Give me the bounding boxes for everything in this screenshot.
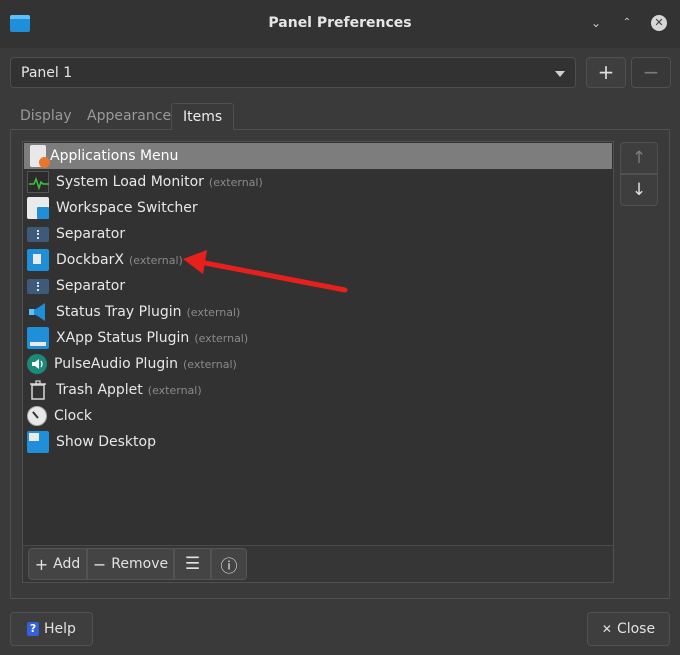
list-item[interactable]: XApp Status Plugin (external) bbox=[24, 325, 612, 351]
remove-item-label: Remove bbox=[111, 556, 169, 572]
applications-menu-icon bbox=[30, 145, 50, 168]
title-bar: Panel Preferences ⌄ ⌃ ✕ bbox=[0, 0, 680, 48]
panel-select-value: Panel 1 bbox=[21, 65, 73, 81]
separator-icon bbox=[27, 226, 49, 242]
list-item[interactable]: Applications Menu bbox=[24, 143, 612, 169]
status-tray-icon bbox=[27, 301, 49, 323]
workspace-switcher-icon bbox=[27, 197, 49, 219]
help-label: Help bbox=[44, 621, 76, 637]
list-item[interactable]: Trash Applet (external) bbox=[24, 377, 612, 403]
list-item[interactable]: Show Desktop bbox=[24, 429, 612, 455]
minimize-button[interactable]: ⌄ bbox=[587, 14, 605, 32]
add-item-label: Add bbox=[53, 556, 81, 572]
close-window-button[interactable]: ✕ bbox=[651, 15, 667, 31]
item-name: Workspace Switcher bbox=[56, 200, 198, 216]
item-external-tag: (external) bbox=[194, 331, 249, 345]
item-name: Status Tray Plugin bbox=[56, 304, 182, 320]
add-panel-button[interactable]: + bbox=[586, 57, 626, 88]
item-external-tag: (external) bbox=[208, 175, 263, 189]
item-external-tag: (external) bbox=[186, 305, 241, 319]
close-button[interactable]: ✕ Close bbox=[587, 612, 670, 646]
list-icon: ☰ bbox=[184, 554, 201, 574]
item-external-tag: (external) bbox=[182, 357, 237, 371]
list-item[interactable]: Clock bbox=[24, 403, 612, 429]
tab-appearance[interactable]: Appearance bbox=[87, 108, 171, 124]
minus-icon: − bbox=[92, 554, 107, 574]
items-list[interactable]: Applications Menu System Load Monitor (e… bbox=[22, 141, 614, 583]
move-up-button[interactable]: ↑ bbox=[620, 142, 658, 174]
item-name: System Load Monitor bbox=[56, 174, 204, 190]
separator-icon bbox=[27, 278, 49, 294]
item-name: Applications Menu bbox=[50, 148, 179, 164]
dockbarx-icon bbox=[27, 249, 49, 271]
item-preferences-button[interactable]: ☰ bbox=[174, 548, 211, 580]
move-down-button[interactable]: ↓ bbox=[620, 174, 658, 206]
item-about-button[interactable]: ⓘ bbox=[211, 548, 247, 580]
plus-icon: + bbox=[34, 554, 49, 574]
list-item[interactable]: PulseAudio Plugin (external) bbox=[24, 351, 612, 377]
remove-panel-button[interactable]: − bbox=[631, 57, 671, 88]
list-item[interactable]: System Load Monitor (external) bbox=[24, 169, 612, 195]
close-icon: ✕ bbox=[601, 622, 612, 636]
item-name: XApp Status Plugin bbox=[56, 330, 190, 346]
tab-display[interactable]: Display bbox=[20, 108, 72, 124]
help-button[interactable]: ? Help bbox=[10, 612, 93, 646]
maximize-button[interactable]: ⌃ bbox=[618, 14, 636, 32]
item-name: DockbarX bbox=[56, 252, 124, 268]
help-icon: ? bbox=[27, 622, 40, 636]
xapp-status-icon bbox=[27, 327, 49, 349]
list-item[interactable]: Separator bbox=[24, 273, 612, 299]
chevron-down-icon bbox=[555, 71, 565, 77]
item-name: Show Desktop bbox=[56, 434, 156, 450]
info-icon: ⓘ bbox=[220, 556, 238, 577]
list-item[interactable]: Workspace Switcher bbox=[24, 195, 612, 221]
list-item[interactable]: Separator bbox=[24, 221, 612, 247]
list-item[interactable]: Status Tray Plugin (external) bbox=[24, 299, 612, 325]
remove-item-button[interactable]: − Remove bbox=[87, 548, 174, 580]
list-item[interactable]: DockbarX (external) bbox=[24, 247, 612, 273]
item-name: Clock bbox=[54, 408, 93, 424]
show-desktop-icon bbox=[27, 431, 49, 453]
window-title: Panel Preferences bbox=[268, 15, 412, 31]
clock-icon bbox=[27, 406, 47, 426]
trash-icon bbox=[27, 379, 49, 401]
item-name: Separator bbox=[56, 226, 126, 242]
item-name: Separator bbox=[56, 278, 126, 294]
item-external-tag: (external) bbox=[147, 383, 202, 397]
item-name: PulseAudio Plugin bbox=[54, 356, 178, 372]
item-external-tag: (external) bbox=[128, 253, 183, 267]
system-load-icon bbox=[27, 171, 49, 193]
panel-select[interactable]: Panel 1 bbox=[10, 57, 576, 88]
item-name: Trash Applet bbox=[56, 382, 143, 398]
add-item-button[interactable]: + Add bbox=[28, 548, 87, 580]
tab-items[interactable]: Items bbox=[171, 103, 235, 130]
pulseaudio-icon bbox=[27, 354, 47, 374]
close-label: Close bbox=[616, 621, 656, 637]
